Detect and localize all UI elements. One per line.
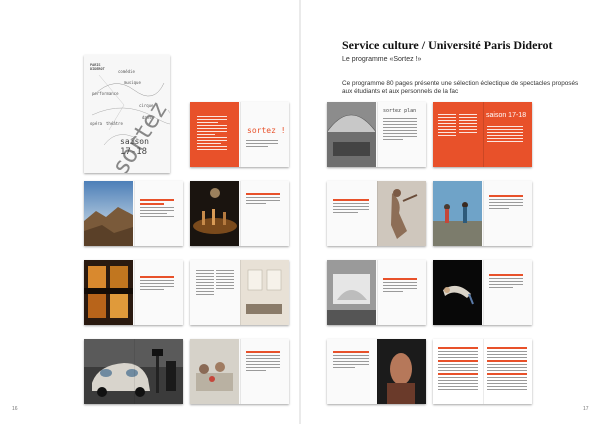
cover-genre: comédie bbox=[118, 69, 135, 74]
spread-page bbox=[84, 260, 183, 325]
interior-photo bbox=[240, 260, 289, 325]
spread-page bbox=[327, 260, 426, 325]
text-column bbox=[383, 278, 417, 294]
cover-genre: musique bbox=[124, 80, 141, 85]
text-column bbox=[333, 199, 369, 215]
text-column bbox=[197, 116, 227, 152]
saison-label: saison 17-18 bbox=[486, 112, 527, 119]
text-column bbox=[246, 140, 278, 149]
spread-page bbox=[84, 339, 183, 404]
spread-intro: sortez ! bbox=[190, 102, 289, 167]
spread-page bbox=[327, 181, 426, 246]
text-column bbox=[333, 351, 369, 370]
text-column bbox=[140, 276, 174, 292]
acrobat-photo bbox=[433, 260, 482, 325]
sortez-plan-label: sortez plan bbox=[383, 108, 417, 114]
description-line: aux étudiants et aux personnels de la fa… bbox=[342, 88, 459, 95]
schedule-table bbox=[438, 347, 478, 392]
page-gutter bbox=[299, 0, 301, 424]
spread-page bbox=[190, 260, 289, 325]
text-column bbox=[216, 270, 234, 291]
project-title-block: Service culture / Université Paris Dider… bbox=[342, 38, 582, 96]
text-column bbox=[196, 270, 214, 297]
text-column bbox=[140, 199, 174, 219]
schedule-table bbox=[487, 347, 527, 392]
text-column bbox=[246, 193, 280, 206]
spread-page bbox=[84, 181, 183, 246]
project-description: Ce programme 80 pages présente une sélec… bbox=[342, 80, 582, 96]
portrait-photo bbox=[377, 339, 426, 404]
spread-page: saison 17-18 bbox=[433, 102, 532, 167]
cover-genre: théâtre bbox=[106, 121, 123, 126]
cover-years: 17-18 bbox=[120, 147, 148, 157]
project-title: Service culture / Université Paris Dider… bbox=[342, 38, 553, 52]
project-subtitle: Le programme «Sortez !» bbox=[342, 56, 422, 63]
desert-photo bbox=[84, 181, 133, 246]
spread-page bbox=[190, 339, 289, 404]
dancer-photo bbox=[377, 181, 426, 246]
stage-photo bbox=[190, 181, 239, 246]
text-column bbox=[383, 118, 417, 142]
text-column bbox=[489, 195, 523, 211]
text-column bbox=[489, 274, 523, 290]
spread-page bbox=[433, 181, 532, 246]
portfolio-page: PARIS DIDEROT comédie musique performanc… bbox=[0, 0, 600, 424]
cover-season: saison bbox=[120, 137, 149, 146]
page-number-right: 17 bbox=[583, 406, 589, 412]
spread-page bbox=[433, 260, 532, 325]
text-column bbox=[246, 351, 280, 373]
cover-page: PARIS DIDEROT comédie musique performanc… bbox=[84, 55, 170, 173]
spread-page bbox=[327, 339, 426, 404]
hall-photo bbox=[327, 102, 376, 167]
spread-schedule bbox=[433, 339, 532, 404]
text-column bbox=[487, 126, 523, 144]
text-column bbox=[438, 114, 456, 138]
dinner-photo bbox=[190, 339, 239, 404]
installation-photo bbox=[327, 260, 376, 325]
window-stage-photo bbox=[84, 260, 133, 325]
spread-page bbox=[190, 181, 289, 246]
text-column bbox=[459, 114, 477, 135]
outdoor-dance-photo bbox=[433, 181, 482, 246]
sortez-label: sortez ! bbox=[247, 126, 286, 135]
cover-genre: opéra bbox=[90, 121, 103, 126]
description-line: Ce programme 80 pages présente une sélec… bbox=[342, 80, 579, 87]
cover-genre: performance bbox=[92, 91, 119, 96]
spread-page: sortez plan bbox=[327, 102, 426, 167]
page-number-left: 16 bbox=[12, 406, 18, 412]
